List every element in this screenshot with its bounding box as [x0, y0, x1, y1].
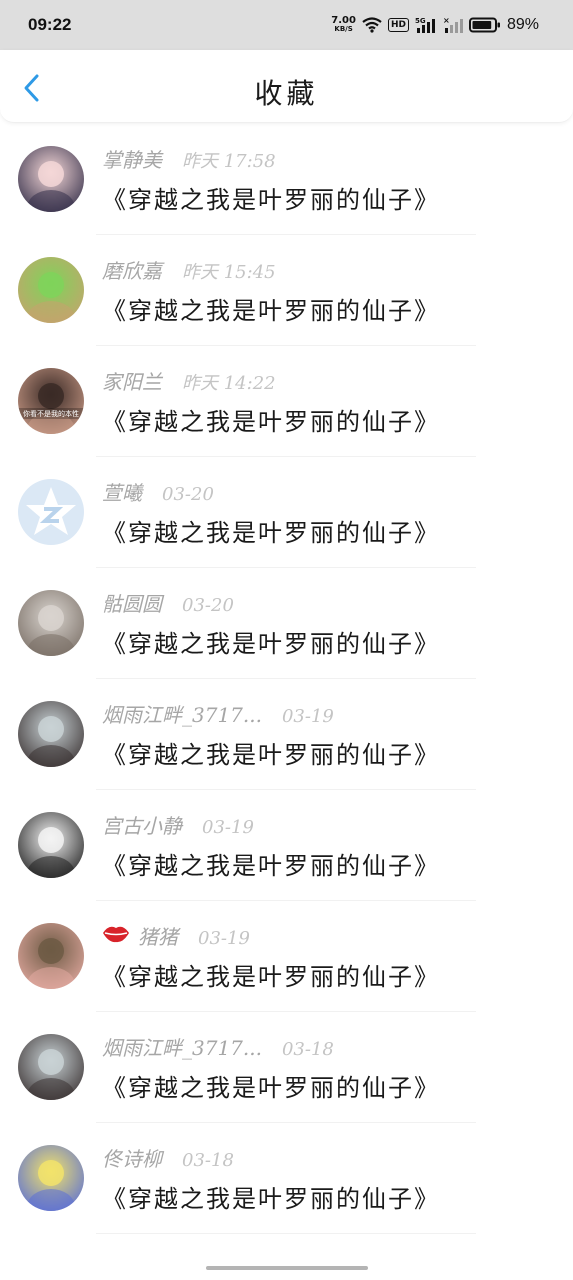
book-title[interactable]: 《穿越之我是叶罗丽的仙子》 [102, 1068, 440, 1103]
item-meta: 骷圆圆 03-20 [102, 588, 234, 617]
book-title[interactable]: 《穿越之我是叶罗丽的仙子》 [102, 180, 440, 215]
user-name[interactable]: 萱曦 [102, 477, 142, 506]
divider [96, 1233, 476, 1234]
lips-icon [103, 926, 129, 943]
network-speed-value: 7.00 [331, 15, 356, 26]
list-item[interactable]: 烟雨江畔_3717... 03-18 《穿越之我是叶罗丽的仙子》 [0, 1012, 573, 1123]
nav-bar: 收藏 [0, 50, 573, 123]
avatar-image [18, 701, 84, 767]
avatar-image [18, 1034, 84, 1100]
book-title[interactable]: 《穿越之我是叶罗丽的仙子》 [102, 624, 440, 659]
user-name[interactable]: 磨欣嘉 [102, 255, 162, 284]
status-bar: 09:22 7.00 KB/S HD 5G × 89% [0, 0, 573, 50]
battery-icon [468, 17, 500, 33]
item-meta: 家阳兰 昨天 14:22 [102, 366, 276, 395]
item-meta: 掌静美 昨天 17:58 [102, 144, 276, 173]
avatar[interactable] [18, 923, 84, 989]
svg-text:×: × [443, 16, 450, 25]
list-item[interactable]: 掌静美 昨天 17:58 《穿越之我是叶罗丽的仙子》 [0, 124, 573, 235]
page-title: 收藏 [254, 77, 319, 110]
item-meta: 烟雨江畔_3717... 03-18 [102, 1032, 334, 1061]
status-icons: 7.00 KB/S HD 5G × 89% [331, 16, 539, 34]
avatar[interactable]: 你看不是我的本性 [18, 368, 84, 434]
avatar[interactable] [18, 701, 84, 767]
avatar-image [18, 257, 84, 323]
list-item[interactable]: 你看不是我的本性 家阳兰 昨天 14:22 《穿越之我是叶罗丽的仙子》 [0, 346, 573, 457]
item-meta: 磨欣嘉 昨天 15:45 [102, 255, 276, 284]
book-title[interactable]: 《穿越之我是叶罗丽的仙子》 [102, 846, 440, 881]
avatar-image [18, 1145, 84, 1211]
user-name[interactable]: 骷圆圆 [102, 588, 162, 617]
item-meta: 佟诗柳 03-18 [102, 1143, 234, 1172]
book-title[interactable]: 《穿越之我是叶罗丽的仙子》 [102, 735, 440, 770]
user-name[interactable]: 佟诗柳 [102, 1143, 162, 1172]
timestamp: 03-19 [281, 706, 334, 727]
timestamp: 昨天 14:22 [182, 373, 276, 394]
avatar[interactable] [18, 479, 84, 545]
item-meta: 宫古小静 03-19 [102, 810, 254, 839]
user-name[interactable]: 掌静美 [102, 144, 162, 173]
item-meta: 萱曦 03-20 [102, 477, 214, 506]
book-title[interactable]: 《穿越之我是叶罗丽的仙子》 [102, 402, 440, 437]
battery-percentage: 89% [506, 16, 539, 33]
user-name[interactable]: 猪猪 [138, 921, 178, 950]
favorites-list: 掌静美 昨天 17:58 《穿越之我是叶罗丽的仙子》 磨欣嘉 昨天 15:45 《穿越之… [0, 124, 573, 1234]
user-name[interactable]: 烟雨江畔_3717... [102, 1032, 262, 1061]
user-name[interactable]: 家阳兰 [102, 366, 162, 395]
item-meta: 猪猪 03-19 [102, 921, 250, 950]
list-item[interactable]: 佟诗柳 03-18 《穿越之我是叶罗丽的仙子》 [0, 1123, 573, 1234]
network-speed: 7.00 KB/S [331, 16, 356, 34]
hd-icon: HD [387, 18, 409, 32]
user-name[interactable]: 宫古小静 [102, 810, 182, 839]
book-title[interactable]: 《穿越之我是叶罗丽的仙子》 [102, 513, 440, 548]
book-title[interactable]: 《穿越之我是叶罗丽的仙子》 [102, 1179, 440, 1214]
timestamp: 03-19 [198, 928, 250, 949]
list-item[interactable]: 磨欣嘉 昨天 15:45 《穿越之我是叶罗丽的仙子》 [0, 235, 573, 346]
avatar[interactable] [18, 1034, 84, 1100]
status-time: 09:22 [28, 15, 72, 34]
avatar-caption: 你看不是我的本性 [23, 410, 79, 418]
avatar-image [18, 146, 84, 212]
signal-secondary-icon: × [443, 16, 463, 33]
network-speed-unit: KB/S [334, 25, 353, 33]
timestamp: 03-19 [202, 817, 254, 838]
list-item[interactable]: 骷圆圆 03-20 《穿越之我是叶罗丽的仙子》 [0, 568, 573, 679]
list-item[interactable]: 萱曦 03-20 《穿越之我是叶罗丽的仙子》 [0, 457, 573, 568]
avatar-image [18, 590, 84, 656]
list-item[interactable]: 烟雨江畔_3717... 03-19 《穿越之我是叶罗丽的仙子》 [0, 679, 573, 790]
avatar-image [18, 368, 84, 434]
avatar[interactable] [18, 1145, 84, 1211]
timestamp: 昨天 17:58 [182, 151, 276, 172]
signal-5g-icon: 5G [415, 17, 435, 33]
avatar[interactable] [18, 812, 84, 878]
timestamp: 昨天 15:45 [182, 262, 276, 283]
avatar-image [18, 923, 84, 989]
avatar-image [18, 812, 84, 878]
home-indicator[interactable] [206, 1266, 368, 1270]
book-title[interactable]: 《穿越之我是叶罗丽的仙子》 [102, 291, 440, 326]
timestamp: 03-20 [182, 595, 234, 616]
avatar[interactable] [18, 257, 84, 323]
timestamp: 03-18 [281, 1039, 334, 1060]
item-meta: 烟雨江畔_3717... 03-19 [102, 699, 334, 728]
user-name[interactable]: 烟雨江畔_3717... [102, 699, 262, 728]
timestamp: 03-18 [182, 1150, 234, 1171]
avatar[interactable] [18, 590, 84, 656]
list-item[interactable]: 猪猪 03-19 《穿越之我是叶罗丽的仙子》 [0, 901, 573, 1012]
avatar-image [18, 479, 84, 545]
timestamp: 03-20 [162, 484, 214, 505]
avatar[interactable] [18, 146, 84, 212]
wifi-icon [362, 17, 382, 33]
book-title[interactable]: 《穿越之我是叶罗丽的仙子》 [102, 957, 440, 992]
list-item[interactable]: 宫古小静 03-19 《穿越之我是叶罗丽的仙子》 [0, 790, 573, 901]
signal-5g-label: 5G [415, 17, 426, 25]
